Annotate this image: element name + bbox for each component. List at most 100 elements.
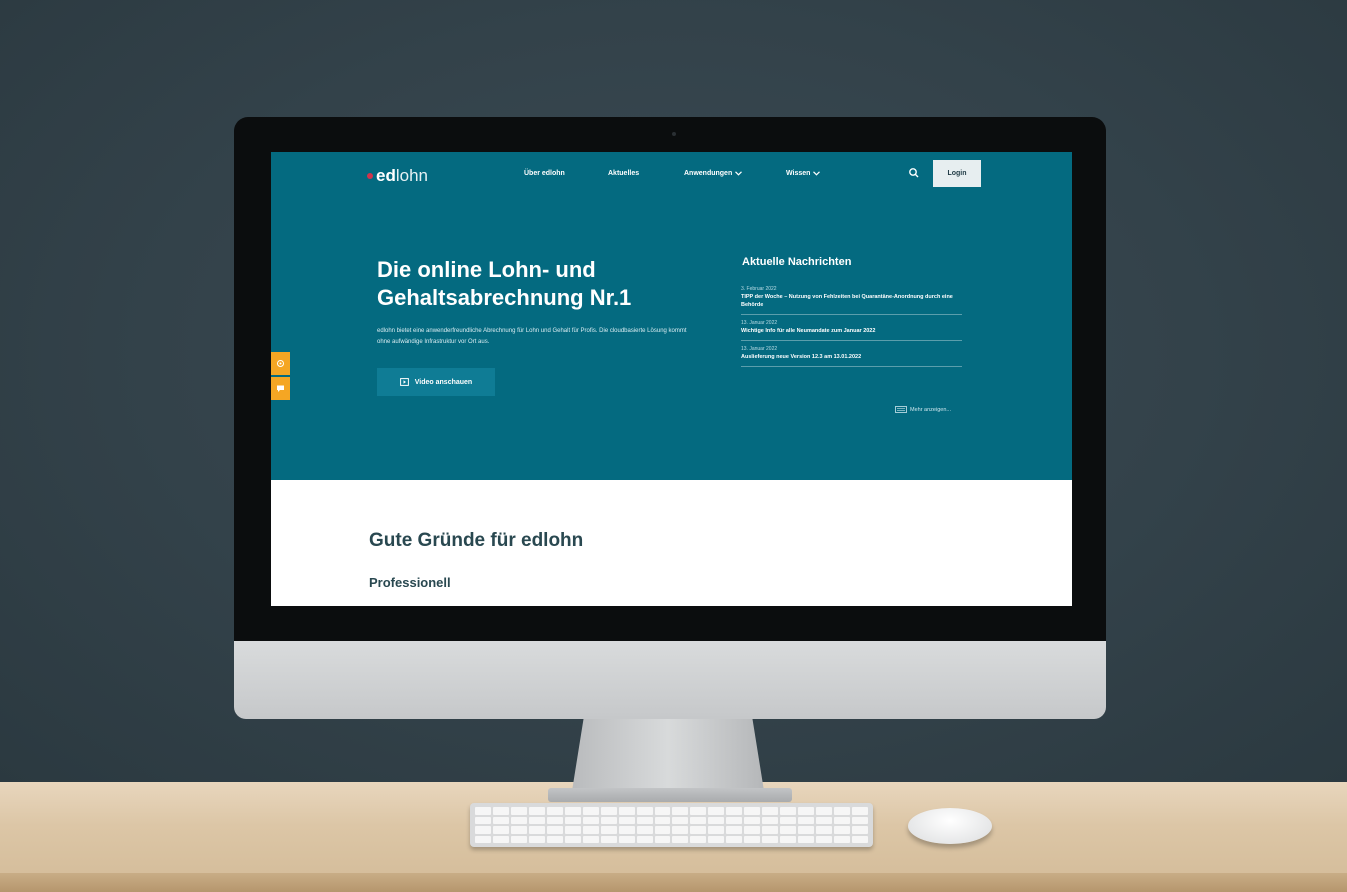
keyboard-key [528,807,545,815]
keyboard-key [636,816,653,824]
logo-mark-icon [367,173,373,179]
keyboard-key [654,835,671,843]
keyboard-key [492,826,509,834]
keyboard-key [852,807,868,815]
keyboard-key [852,816,868,824]
keyboard-key [762,826,779,834]
side-tab-chat[interactable] [271,377,290,400]
keyboard-key [492,807,509,815]
edlohn-logo[interactable]: ed lohn [367,166,428,186]
video-button[interactable]: Video anschauen [377,368,495,396]
news-item[interactable]: 13. Januar 2022 Wichtige Info für alle N… [741,315,962,341]
keyboard-key [834,826,851,834]
keyboard-key [726,835,743,843]
keyboard-key [618,835,635,843]
keyboard-key [528,826,545,834]
keyboard-key [600,826,617,834]
nav-item-label: Wissen [786,170,811,177]
keyboard-key [528,835,545,843]
keyboard-key [762,816,779,824]
logo-text-bold: ed [376,166,396,185]
nav-item-anwendungen[interactable]: Anwendungen [684,170,743,177]
keyboard-key [582,826,599,834]
keyboard-key [834,807,851,815]
keyboard-key [708,826,725,834]
keyboard-key [600,835,617,843]
keyboard-key [654,807,671,815]
keyboard-key [816,835,833,843]
keyboard-key [762,835,779,843]
keyboard-key [618,816,635,824]
keyboard-key [528,816,545,824]
chat-icon [277,385,284,392]
keyboard-key [636,835,653,843]
keyboard-key [510,826,527,834]
nav-item-wissen[interactable]: Wissen [786,170,821,177]
keyboard-key [618,826,635,834]
browser-screen: ed lohn Über edlohn Aktuelles Anwendungen… [271,152,1072,606]
keyboard-key [762,807,779,815]
keyboard-key [492,816,509,824]
nav-item-aktuelles[interactable]: Aktuelles [608,170,639,177]
keyboard-key [816,826,833,834]
logo-text: lohn [395,166,428,185]
keyboard-key [582,807,599,815]
keyboard-key [492,835,509,843]
keyboard-key [654,816,671,824]
keyboard-key [510,807,527,815]
newspaper-icon [895,406,907,413]
keyboard-key [798,826,815,834]
keyboard-key [690,835,707,843]
keyboard-key [744,807,761,815]
keyboard-key [672,816,689,824]
keyboard-key [816,816,833,824]
keyboard-key [798,835,815,843]
news-text: Auslieferung neue Version 12.3 am 13.01.… [741,354,862,360]
keyboard-key [744,816,761,824]
monitor-stand [572,719,764,791]
keyboard-key [564,816,581,824]
chevron-down-icon [735,171,743,176]
keyboard-key [708,816,725,824]
keyboard-key [564,807,581,815]
keyboard-key [672,807,689,815]
keyboard-key [744,835,761,843]
mouse [908,808,992,844]
keyboard-key [690,807,707,815]
keyboard-key [852,826,868,834]
side-tab-settings[interactable] [271,352,290,375]
keyboard-key [636,807,653,815]
news-item[interactable]: 3. Februar 2022 TIPP der Woche – Nutzung… [741,281,962,315]
login-button[interactable]: Login [933,160,981,187]
hero-section: ed lohn Über edlohn Aktuelles Anwendungen… [271,152,1072,480]
settings-icon [277,360,284,367]
news-date: 3. Februar 2022 [741,286,777,292]
nav-item-label: Aktuelles [608,170,640,177]
section-title: Gute Gründe für edlohn [369,530,584,551]
keyboard-key [510,816,527,824]
keyboard-key [672,826,689,834]
keyboard-key [582,835,599,843]
section-subtitle: Professionell [369,575,451,590]
nav-item-ueber-edlohn[interactable]: Über edlohn [524,170,565,177]
keyboard-key [564,826,581,834]
keyboard-key [726,816,743,824]
keyboard-key [546,835,563,843]
news-more-link[interactable]: Mehr anzeigen... [895,406,951,413]
monitor-chin [234,641,1106,719]
keyboard-key [690,816,707,824]
keyboard-key [654,826,671,834]
news-title: Aktuelle Nachrichten [742,256,852,268]
hero-description: edlohn bietet eine anwenderfreundliche A… [377,328,687,345]
keyboard-key [600,807,617,815]
keyboard-key [708,807,725,815]
search-icon[interactable] [907,166,921,180]
nav-item-label: Anwendungen [684,170,733,177]
news-text: TIPP der Woche – Nutzung von Fehlzeiten … [741,294,953,308]
keyboard-key [690,826,707,834]
keyboard-key [852,835,868,843]
news-item[interactable]: 13. Januar 2022 Auslieferung neue Versio… [741,341,962,367]
keyboard-key [780,816,797,824]
video-icon [399,378,409,386]
keyboard-key [475,835,491,843]
